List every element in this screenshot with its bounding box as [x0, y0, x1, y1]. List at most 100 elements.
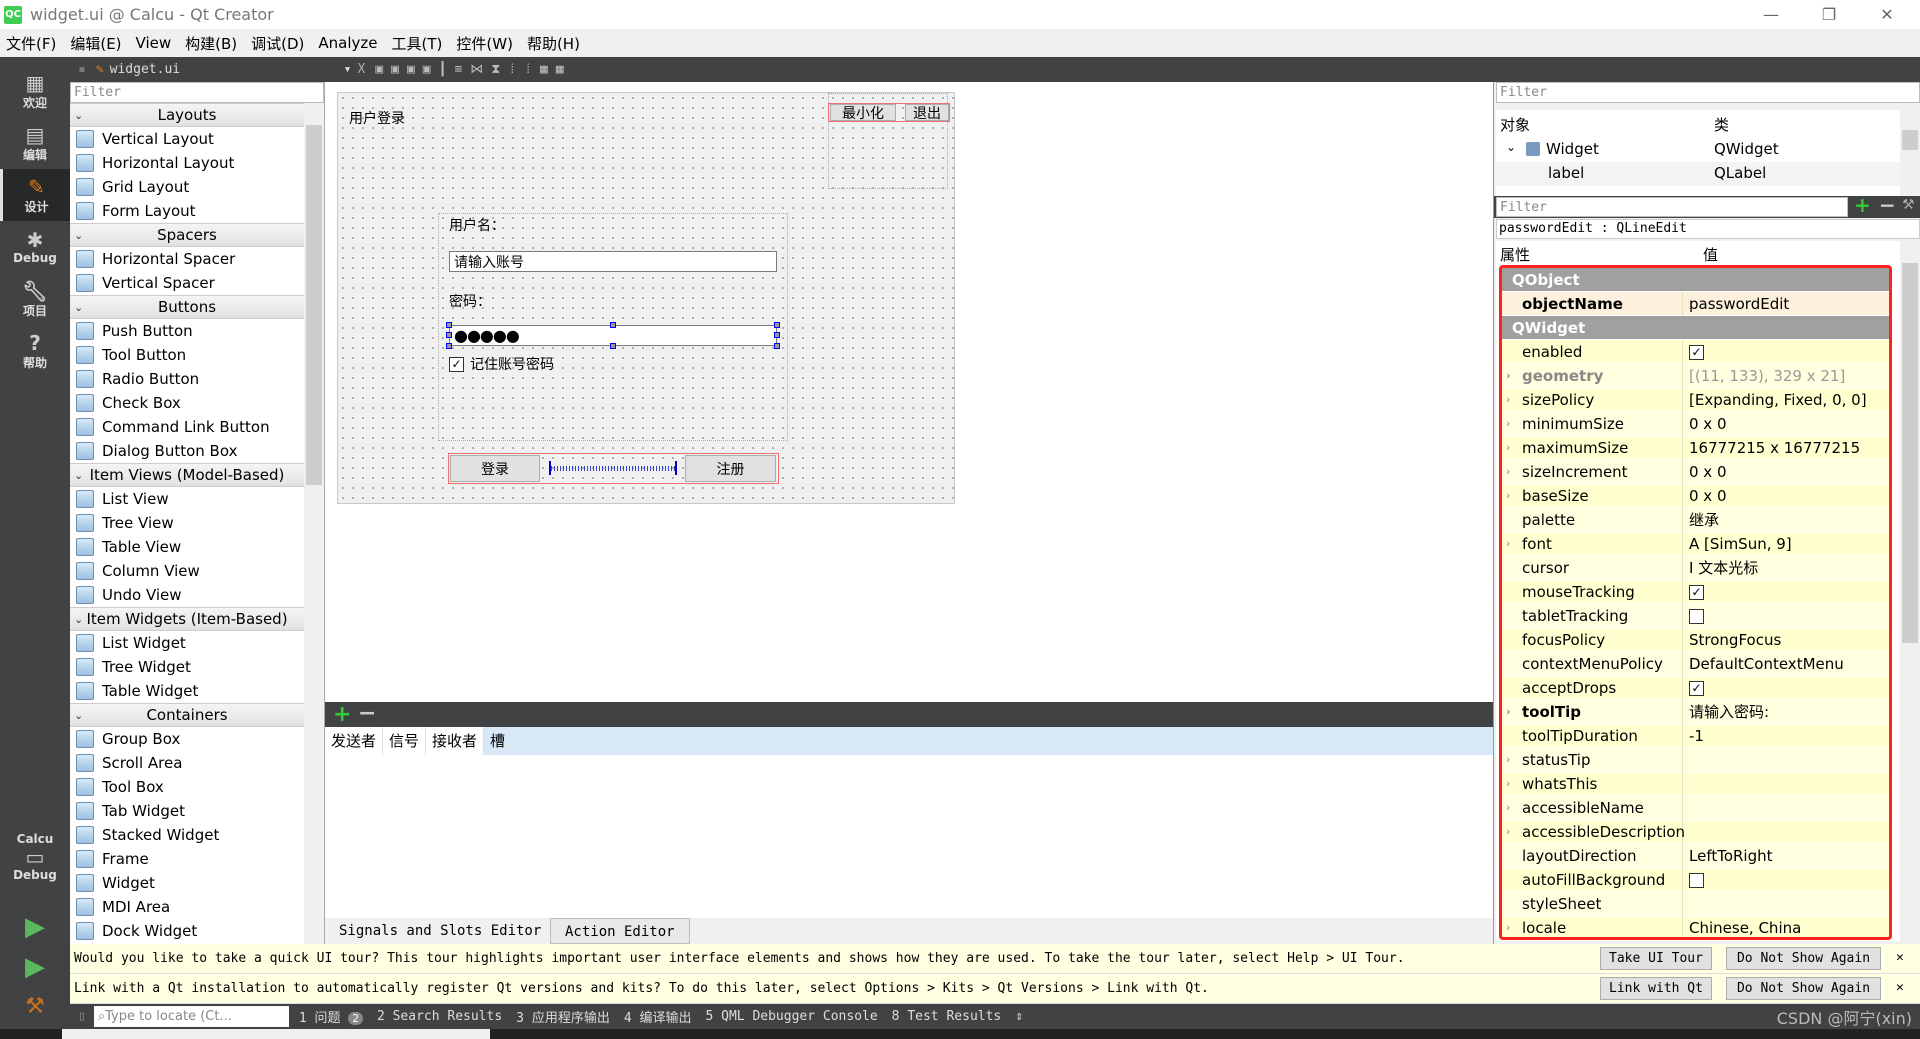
object-row[interactable]: label QLabel: [1496, 162, 1900, 186]
do-not-show-again-button[interactable]: Do Not Show Again: [1726, 977, 1881, 1000]
property-value[interactable]: [1683, 820, 1890, 844]
checkbox-unchecked[interactable]: [1689, 872, 1704, 888]
property-row[interactable]: tabletTracking: [1502, 603, 1890, 628]
widget-item[interactable]: MDI Area: [70, 895, 304, 919]
property-row[interactable]: › locale Chinese, China: [1502, 915, 1890, 940]
resize-handle[interactable]: [446, 322, 452, 328]
property-value[interactable]: passwordEdit: [1683, 292, 1890, 316]
minimize-window-button[interactable]: —: [1742, 0, 1800, 29]
widget-category-header[interactable]: ⌄ Item Views (Model-Based): [70, 463, 304, 487]
column-sender[interactable]: 发送者: [325, 727, 384, 755]
property-row[interactable]: › maximumSize 16777215 x 16777215: [1502, 435, 1890, 460]
property-column-header[interactable]: 属性: [1500, 244, 1530, 265]
widget-item[interactable]: Group Box: [70, 727, 304, 751]
widget-item[interactable]: Command Link Button: [70, 415, 304, 439]
property-row[interactable]: › sizePolicy [Expanding, Fixed, 0, 0]: [1502, 387, 1890, 412]
mode-edit[interactable]: ▤ 编辑: [0, 117, 70, 169]
property-row[interactable]: mouseTracking ✓: [1502, 579, 1890, 604]
resize-handle[interactable]: [610, 322, 616, 328]
widget-item[interactable]: Horizontal Layout: [70, 151, 304, 175]
expand-arrow-icon[interactable]: ›: [1506, 916, 1510, 940]
property-row[interactable]: › font A [SimSun, 9]: [1502, 531, 1890, 556]
widget-item[interactable]: List Widget: [70, 631, 304, 655]
property-value[interactable]: 16777215 x 16777215: [1683, 436, 1890, 460]
kit-selector[interactable]: Calcu ▭ Debug: [0, 817, 70, 897]
widget-item[interactable]: Vertical Layout: [70, 127, 304, 151]
collapse-chevron-icon[interactable]: ⌄: [74, 109, 83, 122]
toggle-sidebar-icon[interactable]: ▯: [78, 1009, 86, 1024]
property-row[interactable]: › accessibleName: [1502, 795, 1890, 820]
mode-help[interactable]: ? 帮助: [0, 325, 70, 377]
widget-item[interactable]: Tool Button: [70, 343, 304, 367]
remove-connection-button[interactable]: −: [358, 702, 376, 725]
expand-arrow-icon[interactable]: ›: [1506, 748, 1510, 772]
mode-design[interactable]: ✎ 设计: [0, 169, 70, 221]
property-row[interactable]: › sizeIncrement 0 x 0: [1502, 459, 1890, 484]
collapse-chevron-icon[interactable]: ⌄: [74, 469, 83, 482]
menu-debug[interactable]: 调试(D): [251, 33, 304, 54]
property-value[interactable]: [1683, 892, 1890, 916]
pane-qml-debugger[interactable]: 5 QML Debugger Console: [705, 1009, 877, 1024]
menu-help[interactable]: 帮助(H): [527, 33, 580, 54]
expand-arrow-icon[interactable]: ›: [1506, 412, 1510, 436]
widget-category-header[interactable]: ⌄ Buttons: [70, 295, 304, 319]
close-document-button[interactable]: X: [357, 62, 365, 77]
resize-handle[interactable]: [446, 332, 452, 338]
take-ui-tour-button[interactable]: Take UI Tour: [1600, 947, 1712, 970]
add-connection-button[interactable]: +: [333, 702, 351, 727]
property-row[interactable]: contextMenuPolicy DefaultContextMenu: [1502, 651, 1890, 676]
menu-analyze[interactable]: Analyze: [318, 34, 377, 52]
property-row[interactable]: cursor I 文本光标: [1502, 555, 1890, 580]
menu-build[interactable]: 构建(B): [185, 33, 237, 54]
widget-item[interactable]: Undo View: [70, 583, 304, 607]
property-row[interactable]: › geometry [(11, 133), 329 x 21]: [1502, 363, 1890, 388]
wrench-icon[interactable]: ⚒: [1902, 197, 1915, 213]
link-with-qt-button[interactable]: Link with Qt: [1600, 977, 1712, 1000]
remove-property-button[interactable]: −: [1879, 193, 1896, 217]
pane-test-results[interactable]: 8 Test Results: [892, 1009, 1002, 1024]
property-row[interactable]: enabled ✓: [1502, 339, 1890, 364]
checkbox-unchecked[interactable]: [1689, 608, 1704, 624]
widget-item[interactable]: Widget: [70, 871, 304, 895]
widget-item[interactable]: Vertical Spacer: [70, 271, 304, 295]
resize-handle[interactable]: [774, 322, 780, 328]
widget-item[interactable]: Scroll Area: [70, 751, 304, 775]
debug-run-button[interactable]: ▶: [0, 947, 70, 987]
menu-file[interactable]: 文件(F): [6, 33, 56, 54]
property-row[interactable]: › toolTip 请输入密码:: [1502, 699, 1890, 724]
object-filter-input[interactable]: Filter: [1496, 82, 1920, 103]
close-icon[interactable]: ✕: [1896, 980, 1904, 995]
property-value[interactable]: [Expanding, Fixed, 0, 0]: [1683, 388, 1890, 412]
widget-category-header[interactable]: ⌄ Item Widgets (Item-Based): [70, 607, 304, 631]
class-column-header[interactable]: 类: [1714, 114, 1729, 135]
close-icon[interactable]: ✕: [1896, 950, 1904, 965]
property-value[interactable]: 0 x 0: [1683, 484, 1890, 508]
property-value[interactable]: I 文本光标: [1683, 556, 1890, 580]
collapse-chevron-icon[interactable]: ⌄: [74, 709, 83, 722]
property-row[interactable]: › whatsThis: [1502, 771, 1890, 796]
property-group[interactable]: QObject: [1502, 268, 1890, 292]
more-panes-icon[interactable]: ⇕: [1015, 1009, 1023, 1024]
add-property-button[interactable]: +: [1854, 193, 1871, 217]
property-value[interactable]: [1683, 748, 1890, 772]
do-not-show-again-button[interactable]: Do Not Show Again: [1726, 947, 1881, 970]
property-row[interactable]: › accessibleDescription: [1502, 819, 1890, 844]
property-group[interactable]: QWidget: [1502, 316, 1890, 340]
widget-item[interactable]: Check Box: [70, 391, 304, 415]
expand-arrow-icon[interactable]: ›: [1506, 700, 1511, 724]
property-row[interactable]: › baseSize 0 x 0: [1502, 483, 1890, 508]
property-row[interactable]: layoutDirection LeftToRight: [1502, 843, 1890, 868]
resize-handle[interactable]: [446, 343, 452, 349]
widget-item[interactable]: Dialog Button Box: [70, 439, 304, 463]
widget-item[interactable]: Table Widget: [70, 679, 304, 703]
widget-item[interactable]: Dock Widget: [70, 919, 304, 943]
horizontal-spacer[interactable]: [549, 461, 677, 475]
mode-welcome[interactable]: ▦ 欢迎: [0, 65, 70, 117]
object-column-header[interactable]: 对象: [1500, 114, 1530, 135]
build-button[interactable]: ⚒: [0, 987, 70, 1027]
mode-debug[interactable]: ✱ Debug: [0, 221, 70, 273]
property-row[interactable]: › statusTip: [1502, 747, 1890, 772]
expand-arrow-icon[interactable]: ›: [1506, 796, 1510, 820]
property-value[interactable]: [1683, 868, 1890, 892]
expand-arrow-icon[interactable]: ›: [1506, 388, 1510, 412]
